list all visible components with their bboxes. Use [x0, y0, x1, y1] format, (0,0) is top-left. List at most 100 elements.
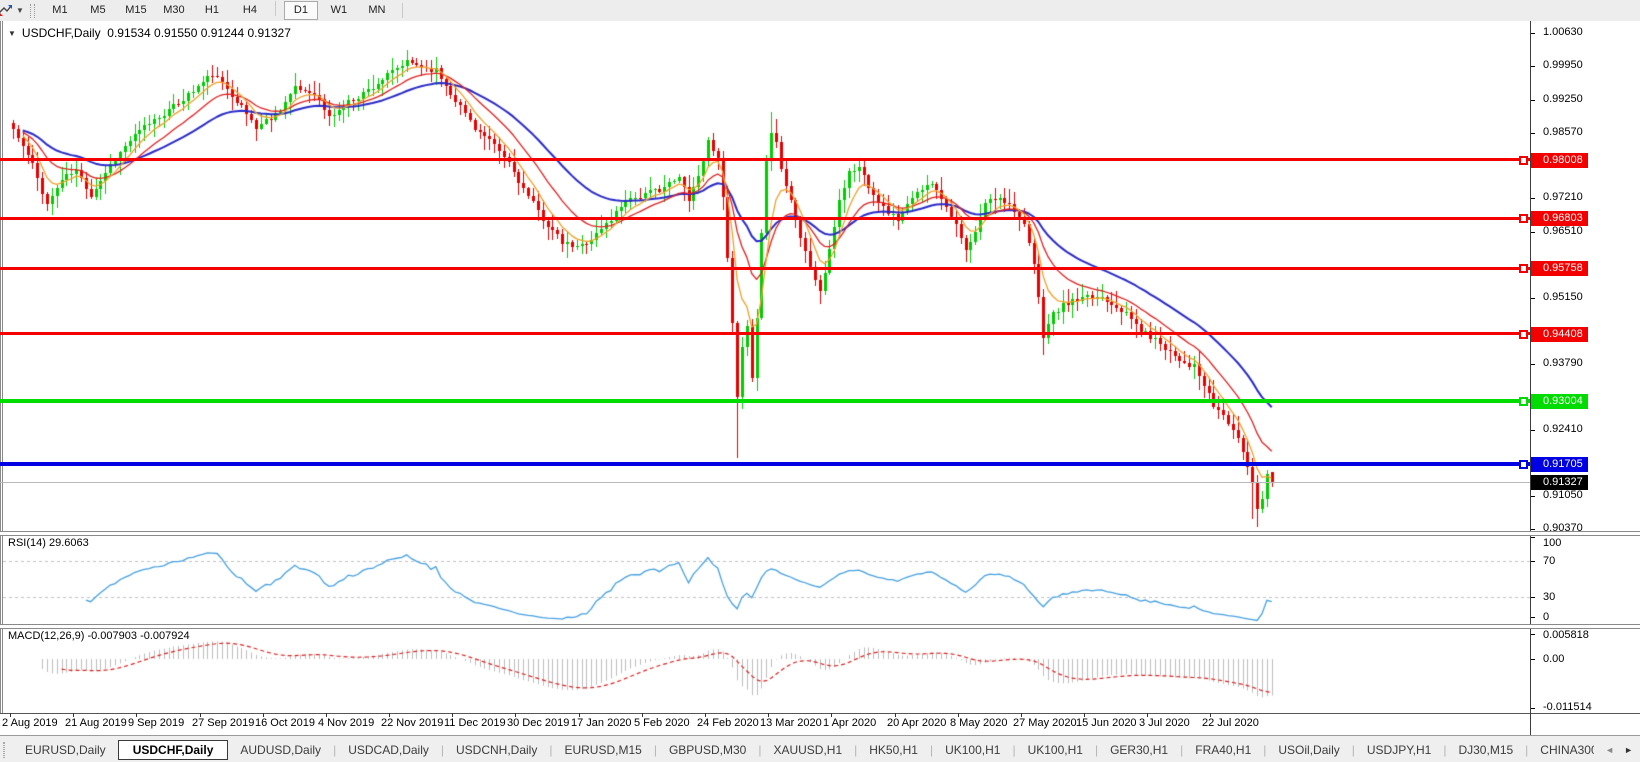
level-endpoint-marker[interactable] [1519, 330, 1528, 339]
chart-tab-bar: EURUSD,Daily USDCHF,Daily AUDUSD,Daily | USD… [0, 735, 1640, 762]
date-label: 15 Jun 2020 [1076, 717, 1137, 729]
chart-tab-hk50-h1[interactable]: HK50,H1 [857, 741, 930, 759]
level-endpoint-marker[interactable] [1519, 460, 1528, 469]
level-price-badge: 0.95758 [1531, 261, 1588, 276]
timeframe-button-d1[interactable]: D1 [283, 1, 318, 20]
chart-tab-usdcad-daily[interactable]: USDCAD,Daily [336, 741, 441, 759]
macd-tick-label: -0.011514 [1543, 701, 1592, 713]
chart-tab-usdchf-daily[interactable]: USDCHF,Daily [117, 739, 229, 760]
price-tick-label: 0.99950 [1543, 59, 1583, 71]
date-label: 24 Feb 2020 [697, 717, 759, 729]
chart-tab-ger30-h1[interactable]: GER30,H1 [1098, 741, 1180, 759]
level-price-badge: 0.93004 [1531, 394, 1588, 409]
chart-tab-eurusd-daily[interactable]: EURUSD,Daily [13, 741, 118, 759]
price-chart-canvas[interactable] [3, 21, 1533, 531]
price-tick-label: 0.98570 [1543, 126, 1583, 138]
timeframe-button-w1[interactable]: W1 [322, 1, 356, 20]
level-line[interactable] [0, 462, 1530, 466]
panel-splitter[interactable] [0, 624, 1640, 629]
ohlc-open: 0.91534 [107, 26, 151, 40]
rsi-tick-label: 100 [1543, 537, 1562, 549]
date-label: 3 Jul 2020 [1139, 717, 1190, 729]
rsi-tick-label: 70 [1543, 555, 1556, 567]
level-line[interactable] [0, 332, 1530, 335]
level-price-badge: 0.98008 [1531, 153, 1588, 168]
toolbar-separator [401, 3, 403, 18]
date-label: 27 Sep 2019 [192, 717, 255, 729]
current-price-line [0, 482, 1530, 483]
timeframe-button-m30[interactable]: M30 [157, 1, 191, 20]
date-label: 27 May 2020 [1013, 717, 1077, 729]
ohlc-low: 0.91244 [200, 26, 245, 40]
date-label: 13 Mar 2020 [760, 717, 822, 729]
tab-scroll-arrows: ◄ ► [1594, 736, 1638, 762]
level-endpoint-marker[interactable] [1519, 264, 1528, 273]
date-label: 11 Dec 2019 [444, 717, 506, 729]
macd-tick-label: 0.005818 [1543, 629, 1589, 641]
timeframe-button-m15[interactable]: M15 [119, 1, 153, 20]
timeframe-toolbar: ▼ M1 M5 M15 M30 H1 H4 D1 W1 MN [0, 0, 1640, 22]
chart-tab-usdcnh-daily[interactable]: USDCNH,Daily [444, 741, 549, 759]
chevron-down-icon[interactable]: ▼ [16, 6, 24, 15]
chart-tab-gbpusd-m30[interactable]: GBPUSD,M30 [657, 741, 758, 759]
collapse-triangle-icon[interactable]: ▼ [8, 29, 16, 38]
toolbar-separator [274, 1, 276, 16]
price-tick-label: 0.92410 [1543, 423, 1583, 435]
timeframe-button-mn[interactable]: MN [360, 1, 394, 20]
chart-tab-audusd-daily[interactable]: AUDUSD,Daily [228, 741, 333, 759]
timeframe-button-m1[interactable]: M1 [43, 1, 77, 20]
date-label: 30 Dec 2019 [507, 717, 570, 729]
date-label: 22 Nov 2019 [381, 717, 444, 729]
level-line[interactable] [0, 267, 1530, 270]
chart-tab-fra40-h1[interactable]: FRA40,H1 [1183, 741, 1263, 759]
tab-scroll-left-icon[interactable]: ◄ [1600, 743, 1619, 757]
price-tick-label: 0.95150 [1543, 291, 1583, 303]
ohlc-high: 0.91550 [154, 26, 198, 40]
level-endpoint-marker[interactable] [1519, 214, 1528, 223]
level-line[interactable] [0, 217, 1530, 220]
level-price-badge: 0.94408 [1531, 327, 1588, 342]
date-label: 8 May 2020 [950, 717, 1008, 729]
chart-tab-eurusd-m15[interactable]: EURUSD,M15 [552, 741, 653, 759]
price-tick-label: 0.91050 [1543, 489, 1583, 501]
macd-canvas[interactable] [3, 627, 1533, 713]
level-price-badge: 0.91705 [1531, 457, 1588, 472]
chart-tab-dj30-m15[interactable]: DJ30,M15 [1446, 741, 1525, 759]
level-endpoint-marker[interactable] [1519, 397, 1528, 406]
rsi-canvas[interactable] [3, 534, 1533, 624]
price-tick-label: 0.97210 [1543, 191, 1583, 203]
price-tick-label: 0.96510 [1543, 225, 1583, 237]
chart-tab-usdjpy-h1[interactable]: USDJPY,H1 [1355, 741, 1443, 759]
timeframe-button-h1[interactable]: H1 [195, 1, 229, 20]
price-tick-label: 1.00630 [1543, 26, 1583, 38]
chart-title: ▼ USDCHF,Daily 0.91534 0.91550 0.91244 0.… [8, 26, 291, 40]
level-endpoint-marker[interactable] [1519, 156, 1528, 165]
date-label: 5 Feb 2020 [634, 717, 690, 729]
panel-splitter[interactable] [0, 531, 1640, 536]
chart-arrows-icon[interactable] [0, 3, 12, 19]
timeframe-button-m5[interactable]: M5 [81, 1, 115, 20]
level-line[interactable] [0, 158, 1530, 161]
level-price-badge: 0.96803 [1531, 211, 1588, 226]
date-label: 20 Apr 2020 [887, 717, 947, 729]
chart-tab-uk100-h1[interactable]: UK100,H1 [933, 741, 1012, 759]
date-label: 17 Jan 2020 [571, 717, 632, 729]
date-label: 4 Nov 2019 [318, 717, 375, 729]
trading-platform-window: ▼ M1 M5 M15 M30 H1 H4 D1 W1 MN ▼ USDCHF,Daily 0.9… [0, 0, 1640, 762]
date-label: 22 Jul 2020 [1202, 717, 1259, 729]
chart-tab-usoil-daily[interactable]: USOil,Daily [1266, 741, 1351, 759]
chart-tabs: EURUSD,Daily USDCHF,Daily AUDUSD,Daily | USD… [13, 739, 1640, 760]
toolbar-grip[interactable] [29, 3, 35, 18]
chart-tab-xauusd-h1[interactable]: XAUUSD,H1 [761, 741, 854, 759]
tab-scroll-right-icon[interactable]: ► [1619, 743, 1638, 757]
tabbar-grip[interactable] [3, 741, 5, 758]
current-price-badge: 0.91327 [1531, 475, 1588, 490]
date-label: 16 Oct 2019 [255, 717, 315, 729]
level-line[interactable] [0, 399, 1530, 403]
price-tick-label: 0.99250 [1543, 93, 1583, 105]
timeframe-button-h4[interactable]: H4 [233, 1, 267, 20]
chart-symbol: USDCHF,Daily [21, 26, 101, 40]
chart-tab-uk100-h1[interactable]: UK100,H1 [1016, 741, 1095, 759]
date-label: 2 Aug 2019 [2, 717, 58, 729]
price-tick-label: 0.93790 [1543, 357, 1583, 369]
